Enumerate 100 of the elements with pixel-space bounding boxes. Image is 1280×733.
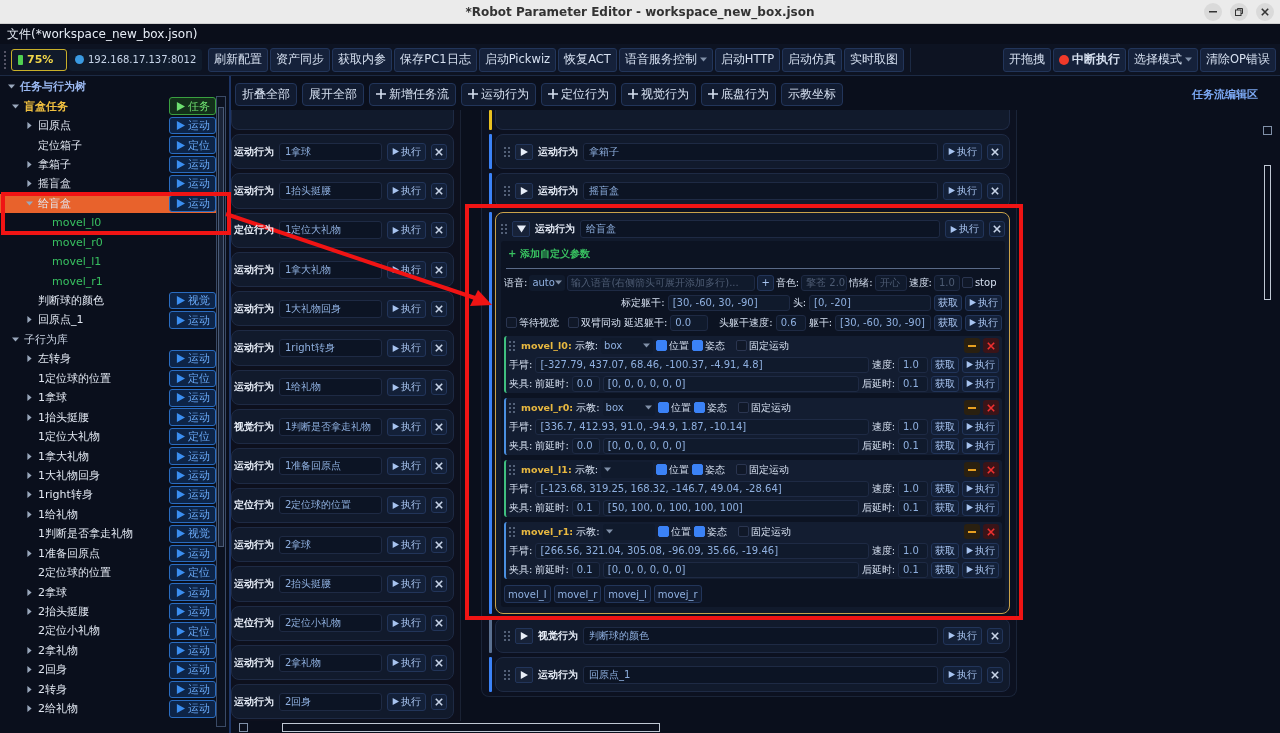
expand-toggle[interactable] [515, 666, 533, 683]
run-button[interactable]: 执行 [962, 561, 999, 578]
checkbox[interactable] [737, 526, 749, 537]
type-badge[interactable]: 运动 [169, 116, 216, 135]
run-button[interactable]: 执行 [962, 375, 999, 392]
type-badge[interactable]: 运动 [169, 486, 216, 504]
run-button[interactable]: 执行 [387, 181, 426, 200]
tree-item[interactable]: 2定位球的位置 定位 [0, 562, 216, 583]
tree-item[interactable]: 1定位球的位置 定位 [0, 368, 216, 388]
collapsed-arrow-icon[interactable] [26, 413, 33, 421]
checkbox[interactable] [737, 402, 749, 413]
run-button[interactable]: 执行 [387, 692, 426, 711]
type-badge[interactable]: 定位 [169, 563, 216, 582]
post-delay-field[interactable]: 0.1 [898, 499, 928, 516]
collapsed-arrow-icon[interactable] [26, 471, 33, 479]
delete-button[interactable] [431, 693, 447, 710]
file-menu[interactable]: 文件(*workspace_new_box.json) [7, 25, 198, 43]
add-param-link[interactable]: + 添加自定义参数 [508, 247, 590, 261]
tree-item[interactable]: movel_l1 [0, 251, 216, 272]
toolbar-button[interactable]: 启动Pickwiz [478, 47, 557, 72]
fetch-button[interactable]: 获取 [931, 356, 959, 373]
collapsed-arrow-icon[interactable] [26, 394, 33, 402]
expand-toggle[interactable] [515, 627, 533, 644]
delete-button[interactable] [431, 182, 447, 199]
toolbar-button[interactable]: 保存PC1日志 [394, 47, 477, 72]
type-badge[interactable]: 任务 [169, 97, 216, 115]
tree-item[interactable]: 拿箱子 运动 [0, 154, 216, 175]
toolbar-button[interactable]: 语音服务控制 [618, 47, 713, 72]
tree-item[interactable]: 回原点_1 运动 [0, 310, 216, 330]
type-badge[interactable]: 定位 [169, 136, 216, 154]
delete-button[interactable] [431, 222, 447, 239]
arm-pose-field[interactable]: [266.56, 321.04, 305.08, -96.09, 35.66, -19.46] [535, 542, 869, 559]
expand-toggle[interactable] [512, 221, 530, 237]
flow-toolbar-button[interactable]: 折叠全部 [235, 82, 297, 106]
collapsed-arrow-icon[interactable] [26, 491, 33, 499]
run-button[interactable]: 执行 [387, 417, 426, 436]
tree-item[interactable]: 回原点 运动 [0, 115, 216, 136]
collapsed-arrow-icon[interactable] [26, 705, 33, 713]
run-button[interactable]: 执行 [387, 653, 426, 672]
collapsed-arrow-icon[interactable] [26, 549, 33, 557]
gripper-field[interactable]: [0, 0, 0, 0, 0, 0] [602, 437, 859, 454]
delete-button[interactable] [431, 615, 447, 632]
delete-button[interactable] [987, 627, 1003, 644]
collapsed-arrow-icon[interactable] [26, 316, 33, 324]
checkbox[interactable] [657, 402, 669, 413]
delete-button[interactable] [431, 418, 447, 435]
behavior-name-field[interactable]: 回原点_1 [583, 665, 938, 684]
toolbar-button[interactable]: 选择模式 [1128, 47, 1198, 72]
tree-item[interactable]: 2抬头挺腰 运动 [0, 601, 216, 622]
type-badge[interactable]: 视觉 [169, 525, 216, 543]
fetch-button[interactable]: 获取 [934, 294, 962, 311]
checkbox[interactable] [656, 464, 668, 475]
toolbar-button[interactable]: 获取内参 [332, 47, 393, 72]
run-button[interactable]: 执行 [965, 294, 1002, 311]
tree-item[interactable]: 2拿礼物 运动 [0, 640, 216, 661]
type-badge[interactable]: 运动 [169, 389, 216, 407]
delete-button[interactable] [431, 497, 447, 514]
move-type-button[interactable]: movel_l [504, 585, 551, 603]
expand-toggle[interactable] [515, 143, 533, 160]
fetch-button[interactable]: 获取 [931, 542, 959, 559]
run-button[interactable]: 执行 [962, 437, 999, 454]
tree-item[interactable]: 判断球的颜色 视觉 [0, 290, 216, 311]
flow-toolbar-button[interactable]: 定位行为 [541, 82, 616, 106]
behavior-name-field[interactable]: 拿箱子 [583, 142, 938, 161]
fetch-button[interactable]: 获取 [931, 561, 959, 578]
toolbar-button[interactable]: 恢复ACT [558, 47, 617, 72]
type-badge[interactable]: 运动 [169, 447, 216, 465]
gripper-field[interactable]: [0, 0, 0, 0, 0, 0] [602, 375, 859, 392]
type-badge[interactable]: 运动 [169, 350, 216, 368]
tree-item[interactable]: 1定位大礼物 定位 [0, 426, 216, 447]
type-badge[interactable]: 运动 [169, 602, 216, 621]
checkbox[interactable] [693, 402, 705, 413]
collapse-button[interactable] [964, 462, 980, 477]
run-button[interactable]: 执行 [387, 496, 426, 515]
tree-item[interactable]: 摇盲盒 运动 [0, 174, 216, 194]
delete-button[interactable] [431, 654, 447, 671]
run-button[interactable]: 执行 [962, 480, 999, 497]
arm-pose-field[interactable]: [-123.68, 319.25, 168.32, -146.7, 49.04, -28.64] [535, 480, 869, 497]
behavior-name-field[interactable]: 1拿大礼物 [279, 260, 382, 279]
behavior-name-field[interactable]: 2拿球 [279, 535, 382, 554]
delay-field[interactable]: 0.0 [670, 314, 709, 331]
arm-pose-field[interactable]: [336.7, 412.93, 91.0, -94.9, 1.87, -10.14] [535, 418, 869, 435]
collapsed-arrow-icon[interactable] [26, 160, 33, 168]
gripper-field[interactable]: [0, 0, 0, 0, 0, 0] [602, 561, 859, 578]
scrollbar[interactable] [216, 96, 226, 727]
collapsed-arrow-icon[interactable] [26, 122, 33, 130]
collapsed-arrow-icon[interactable] [26, 452, 33, 460]
run-button[interactable]: 执行 [962, 418, 999, 435]
type-badge[interactable]: 运动 [169, 466, 216, 485]
pre-delay-field[interactable]: 0.1 [571, 499, 600, 516]
tree-item[interactable]: movel_r1 [0, 271, 216, 291]
tree-item[interactable]: 任务与行为树 [0, 77, 216, 97]
run-button[interactable]: 执行 [945, 220, 984, 238]
collapsed-arrow-icon[interactable] [26, 685, 33, 693]
move-type-button[interactable]: movel_r [553, 585, 602, 603]
delete-button[interactable] [431, 340, 447, 357]
post-delay-field[interactable]: 0.1 [898, 437, 928, 454]
flow-toolbar-button[interactable]: 运动行为 [461, 82, 536, 106]
type-badge[interactable]: 运动 [169, 544, 216, 562]
delete-button[interactable] [431, 575, 447, 592]
